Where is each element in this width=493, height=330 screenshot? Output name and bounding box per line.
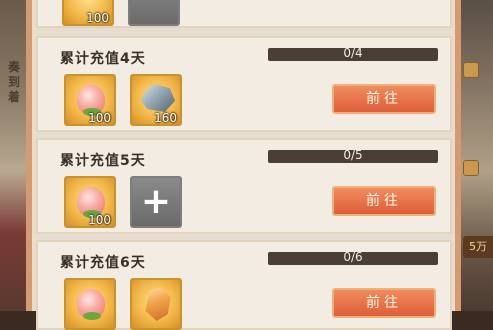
plus-icon: + [140, 181, 172, 222]
stone-icon [141, 84, 175, 112]
go-button[interactable]: 前往 [332, 288, 436, 318]
row-title: 累计充值4天 [60, 51, 146, 67]
progress-text: 0/5 [343, 148, 363, 162]
item-slot[interactable] [128, 0, 180, 26]
reward-row: 累计充值5天 0/5 100 + 前往 [36, 138, 452, 234]
ore-item-slot[interactable] [130, 278, 182, 330]
progress-bar: 0/5 [268, 148, 438, 163]
reward-row-partial: 100 [36, 0, 452, 28]
row-title: 累计充值6天 [60, 255, 146, 271]
add-item-slot[interactable]: + [130, 176, 182, 228]
peach-item-slot[interactable]: 100 [64, 176, 116, 228]
row-title: 累计充值5天 [60, 153, 146, 169]
reward-row: 累计充值6天 0/6 前往 [36, 240, 452, 330]
right-currency-badge: 5万 [463, 236, 493, 258]
background-side-text: 奏 到 着 [8, 60, 21, 104]
stone-item-slot[interactable]: 160 [130, 74, 182, 126]
peach-icon [77, 289, 105, 320]
peach-item-slot[interactable] [64, 278, 116, 330]
side-menu-icon[interactable] [463, 160, 479, 176]
peach-item-slot[interactable]: 100 [62, 0, 114, 26]
progress-text: 0/6 [343, 250, 363, 264]
progress-bar: 0/4 [268, 46, 438, 61]
progress-bar: 0/6 [268, 250, 438, 265]
ore-icon [145, 287, 171, 321]
go-button[interactable]: 前往 [332, 84, 436, 114]
peach-item-slot[interactable]: 100 [64, 74, 116, 126]
go-button[interactable]: 前往 [332, 186, 436, 216]
reward-row: 累计充值4天 0/4 100 160 前往 [36, 36, 452, 132]
progress-text: 0/4 [343, 46, 363, 60]
side-menu-icon[interactable] [463, 62, 479, 78]
